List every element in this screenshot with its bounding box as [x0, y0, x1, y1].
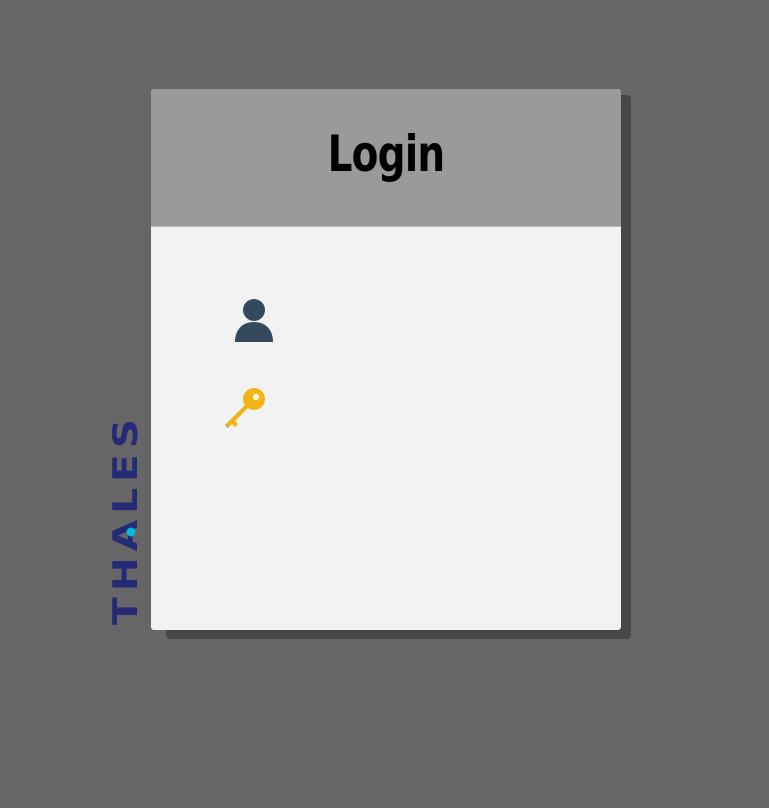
login-title: Login [327, 125, 446, 183]
thales-logo: THALES [106, 413, 146, 625]
login-card: Login [151, 89, 621, 630]
user-icon [235, 299, 273, 342]
key-icon [225, 388, 265, 428]
login-card-header: Login [151, 89, 621, 227]
svg-text:THALES: THALES [106, 413, 146, 625]
